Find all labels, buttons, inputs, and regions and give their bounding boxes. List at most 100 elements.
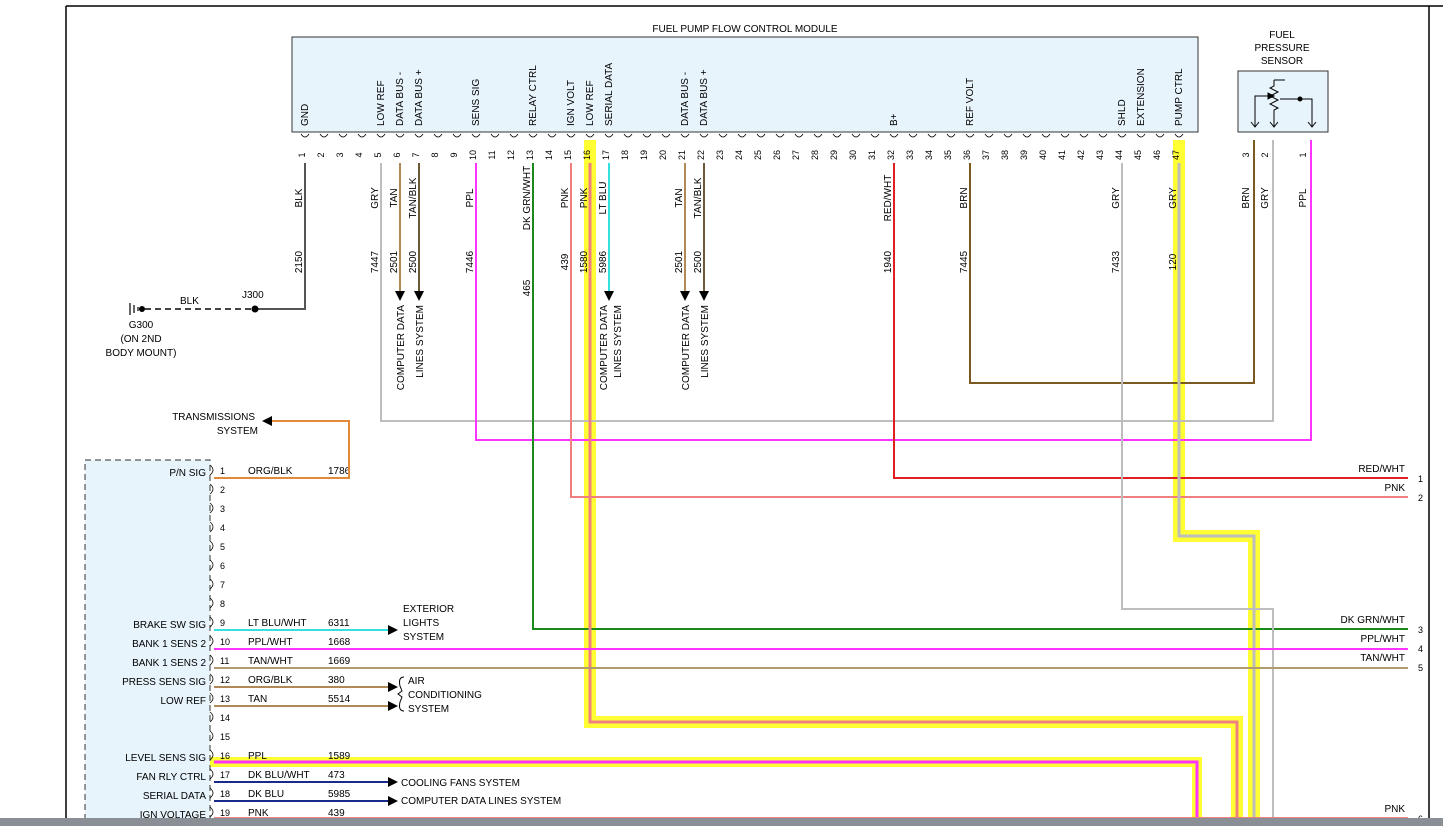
module-pin-number: 3	[335, 152, 345, 157]
module-pin-label: B+	[889, 113, 900, 126]
module-pin-label: DATA BUS +	[414, 69, 425, 126]
module-pin-terminal	[908, 133, 918, 138]
module-pin-terminal	[528, 133, 538, 138]
wire-circuit-label: 7447	[370, 250, 381, 273]
module-pin-number: 1	[297, 152, 307, 157]
wire-circuit-label: 7433	[1111, 250, 1122, 273]
pcm-pin-number: 2	[220, 485, 225, 495]
ground-symbol	[129, 303, 139, 315]
module-pin-terminal	[1117, 133, 1127, 138]
module-pin-terminal	[1079, 133, 1089, 138]
right-pin-number: 3	[1418, 625, 1423, 635]
module-pin-number: 27	[791, 150, 801, 160]
module-pin-number: 31	[867, 150, 877, 160]
module-pin-number: 17	[601, 150, 611, 160]
module-pin-number: 46	[1152, 150, 1162, 160]
module-pin-terminal	[338, 133, 348, 138]
module-pin-label: LOW REF	[585, 80, 596, 126]
pcm-pin-number: 17	[220, 770, 230, 780]
wire-color-label: GRY	[370, 187, 381, 209]
module-pin-number: 16	[582, 150, 592, 160]
highlight-trace	[210, 757, 1202, 826]
module-pin-number: 13	[525, 150, 535, 160]
pcm-pin-number: 6	[220, 561, 225, 571]
wire-color-label: BRN	[959, 187, 970, 208]
pcm-wire-circuit: 380	[328, 675, 345, 686]
module-pin-terminal	[984, 133, 994, 138]
pcm-wire-circuit: 473	[328, 770, 345, 781]
pcm-pin-number: 5	[220, 542, 225, 552]
module-pin-number: 40	[1038, 150, 1048, 160]
pcm-pin-number: 3	[220, 504, 225, 514]
pcm-pin-name: P/N SIG	[169, 468, 206, 479]
module-pin-number: 39	[1019, 150, 1029, 160]
arrow-down-icon	[604, 291, 614, 301]
module-pin-terminal	[452, 133, 462, 138]
pcm-wire-circuit: 5514	[328, 694, 351, 705]
pcm-wire-color: DK BLU	[248, 789, 284, 800]
wire-circuit-label: 465	[522, 279, 533, 296]
module-pin-terminal	[775, 133, 785, 138]
pcm-pin-name: BRAKE SW SIG	[133, 620, 206, 631]
pcm-pin-number: 14	[220, 713, 230, 723]
module-pin-number: 24	[734, 150, 744, 160]
module-pin-terminal	[965, 133, 975, 138]
module-pin-number: 23	[715, 150, 725, 160]
module-pin-terminal	[509, 133, 519, 138]
arrow-down-icon	[680, 291, 690, 301]
module-pin-terminal	[1022, 133, 1032, 138]
wire-circuit-label: 2501	[674, 250, 685, 273]
module-pin-number: 28	[810, 150, 820, 160]
splice-j300	[251, 305, 259, 313]
module-pin-number: 21	[677, 150, 687, 160]
sensor-wire-color: PPL	[1298, 188, 1309, 207]
ac-label-3: SYSTEM	[408, 704, 449, 715]
wire-color-label: LT BLU	[598, 182, 609, 215]
wire-color-label: TAN	[674, 188, 685, 207]
pcm-wire-color: PPL	[248, 751, 267, 762]
exterior-lights-2: LIGHTS	[403, 618, 439, 629]
wire-circuit-label: 2500	[408, 250, 419, 273]
module-pin-terminal	[1098, 133, 1108, 138]
module-pin-terminal	[1060, 133, 1070, 138]
module-pin-terminal	[414, 133, 424, 138]
sensor-title-1: FUEL	[1269, 30, 1295, 41]
wire-circuit-label: 439	[560, 253, 571, 270]
wire-color-label: RED/WHT	[883, 175, 894, 222]
module-pin-number: 7	[411, 152, 421, 157]
wire-color-label: PPL	[465, 188, 476, 207]
module-pin-terminal	[927, 133, 937, 138]
arrow-left-icon	[262, 416, 272, 426]
pcm-pin-number: 8	[220, 599, 225, 609]
wires: BLK2150GRY7447TAN2501TAN/BLK2500PPL7446D…	[258, 140, 1408, 826]
module-pin-terminal	[870, 133, 880, 138]
ground-location-2: BODY MOUNT)	[106, 348, 177, 359]
wire-circuit-label: 7446	[465, 250, 476, 273]
pcm-pin-number: 1	[220, 466, 225, 476]
right-wire-color: DK GRN/WHT	[1341, 615, 1405, 626]
module-pin-number: 37	[981, 150, 991, 160]
pcm-pin-number: 7	[220, 580, 225, 590]
pcm-wire-color: TAN/WHT	[248, 656, 293, 667]
module-pin-terminal	[319, 133, 329, 138]
pcm-pin-name: SERIAL DATA	[143, 791, 206, 802]
wire-color-label: DK GRN/WHT	[522, 166, 533, 230]
module-pin-label: EXTENSION	[1136, 68, 1147, 126]
module-pin-number: 32	[886, 150, 896, 160]
module-pin-terminal	[661, 133, 671, 138]
module-pin-label: LOW REF	[376, 80, 387, 126]
arrow-right-icon	[388, 701, 398, 711]
pcm-wire-color: ORG/BLK	[248, 675, 293, 686]
pcm-wire-color: DK BLU/WHT	[248, 770, 310, 781]
module-pin-number: 45	[1133, 150, 1143, 160]
wire-pin-1	[258, 163, 306, 310]
pcm-pin-name: BANK 1 SENS 2	[132, 639, 206, 650]
module-pin-terminal	[623, 133, 633, 138]
module-pin-number: 33	[905, 150, 915, 160]
module-pin-terminal	[1041, 133, 1051, 138]
module-pin-number: 29	[829, 150, 839, 160]
pcm-pin-name: FAN RLY CTRL	[136, 772, 206, 783]
module-pin-terminal	[642, 133, 652, 138]
pcm-wire-circuit: 1669	[328, 656, 351, 667]
wire-color-label: TAN/BLK	[693, 177, 704, 218]
